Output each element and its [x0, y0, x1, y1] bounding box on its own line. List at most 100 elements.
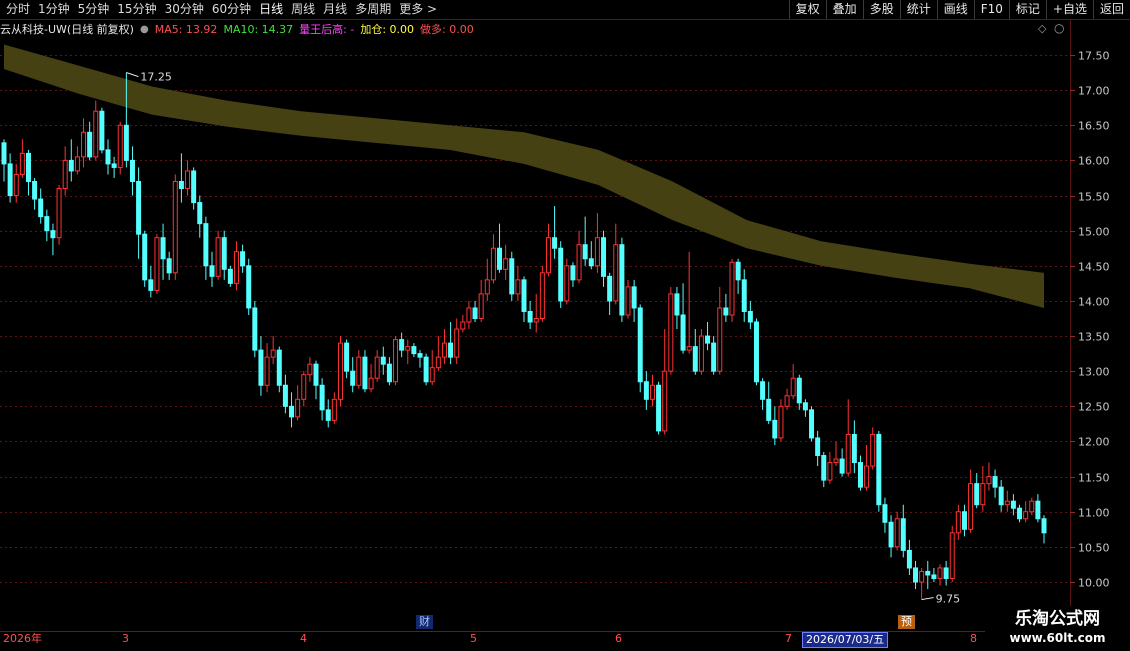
candle-body — [656, 384, 662, 432]
candle-body — [815, 437, 821, 457]
candle-body — [178, 180, 184, 190]
x-label-jun: 6 — [615, 632, 622, 645]
candle-body — [240, 251, 246, 267]
tab-period-60min[interactable]: 60分钟 — [208, 0, 255, 19]
tab-period-1min[interactable]: 1分钟 — [34, 0, 74, 19]
candle-body — [380, 356, 386, 365]
candle-body — [833, 458, 839, 464]
ma5-value: MA5: 13.92 — [154, 22, 218, 36]
y-tick-label: 10.50 — [1078, 542, 1110, 555]
kline-chart[interactable]: 17.50 17.00 16.50 16.00 15.50 15.00 14.50 14.00… — [0, 0, 1130, 650]
tab-period-weekly[interactable]: 周线 — [287, 0, 319, 19]
y-tick-label: 16.50 — [1078, 120, 1110, 133]
candle-body — [998, 486, 1004, 506]
candle-body — [374, 356, 380, 379]
candle-body — [662, 370, 668, 432]
tab-period-15min[interactable]: 15分钟 — [113, 0, 160, 19]
candle-body — [1, 142, 7, 165]
candle-body — [643, 381, 649, 400]
y-tick-label: 12.50 — [1078, 401, 1110, 414]
candle-body — [490, 247, 496, 281]
settings-icon[interactable]: ● — [140, 24, 149, 35]
y-tick-label: 14.00 — [1078, 296, 1110, 309]
y-tick-label: 10.00 — [1078, 577, 1110, 590]
tab-period-monthly[interactable]: 月线 — [319, 0, 351, 19]
statistics-button[interactable]: 统计 — [899, 0, 937, 19]
candle-body — [252, 307, 258, 351]
candle-body — [503, 258, 509, 270]
right-side-panel[interactable] — [1118, 20, 1130, 630]
candle-body — [711, 342, 717, 372]
candle-body — [741, 279, 747, 312]
candle-body — [331, 398, 337, 421]
candle-body — [289, 405, 295, 418]
candle-body — [747, 310, 753, 323]
candle-body — [864, 465, 870, 488]
candle-body — [99, 110, 105, 151]
draw-line-button[interactable]: 画线 — [936, 0, 974, 19]
tab-period-more[interactable]: 更多 > — [395, 0, 441, 19]
x-label-apr: 4 — [300, 632, 307, 645]
overlay-button[interactable]: 叠加 — [825, 0, 863, 19]
ma10-value: MA10: 14.37 — [223, 22, 294, 36]
financial-report-badge[interactable]: 财 — [416, 615, 433, 629]
candle-body — [588, 258, 594, 267]
candle-body — [44, 216, 50, 232]
candle-body — [185, 170, 191, 190]
indicator-value: 量王后高: - — [299, 23, 355, 36]
candle-body — [203, 223, 209, 267]
candle-body — [802, 402, 808, 411]
candle-body — [411, 346, 417, 355]
candle-body — [166, 258, 172, 274]
y-tick-label: 13.50 — [1078, 331, 1110, 344]
y-tick-label: 11.00 — [1078, 507, 1110, 520]
add-watchlist-button[interactable]: +自选 — [1045, 0, 1093, 19]
candle-body — [735, 261, 741, 281]
candle-body — [472, 307, 478, 319]
candle-body — [405, 346, 411, 351]
close-icon[interactable]: ○ — [1054, 21, 1064, 35]
candle-body — [607, 275, 613, 302]
candle-body — [325, 409, 331, 421]
candle-body — [601, 237, 607, 277]
candle-body — [142, 233, 148, 281]
tab-period-multi[interactable]: 多周期 — [351, 0, 395, 19]
candle-body — [148, 279, 154, 291]
candle-body — [974, 483, 980, 506]
candle-body — [466, 307, 472, 323]
candle-body — [1029, 500, 1035, 513]
candle-body — [686, 346, 692, 351]
candle-body — [276, 349, 282, 386]
candle-body — [93, 110, 99, 158]
candle-body — [258, 349, 264, 386]
candle-body — [961, 511, 967, 530]
multi-stock-button[interactable]: 多股 — [862, 0, 900, 19]
back-button[interactable]: 返回 — [1092, 0, 1130, 19]
f10-button[interactable]: F10 — [973, 0, 1009, 19]
candle-body — [319, 384, 325, 411]
candle-body — [870, 433, 876, 467]
candle-body — [613, 244, 619, 302]
candle-body — [13, 173, 19, 197]
candle-body — [435, 356, 441, 369]
candle-body — [227, 268, 233, 284]
x-label-aug: 8 — [970, 632, 977, 645]
adjust-button[interactable]: 复权 — [788, 0, 826, 19]
tab-period-5min[interactable]: 5分钟 — [74, 0, 114, 19]
diamond-icon[interactable]: ◇ — [1038, 22, 1046, 35]
tab-period-intraday[interactable]: 分时 — [2, 0, 34, 19]
candle-body — [1035, 500, 1041, 520]
candle-body — [980, 483, 986, 506]
candle-body — [56, 188, 62, 239]
candle-body — [87, 131, 93, 158]
candle-body — [1041, 518, 1047, 534]
mark-button[interactable]: 标记 — [1008, 0, 1046, 19]
tab-period-30min[interactable]: 30分钟 — [161, 0, 208, 19]
candle-body — [729, 261, 735, 316]
candle-body — [674, 293, 680, 316]
tab-period-daily[interactable]: 日线 — [255, 0, 287, 19]
candle-body — [857, 462, 863, 488]
candle-body — [766, 398, 772, 421]
forecast-badge[interactable]: 预 — [898, 615, 915, 629]
candle-body — [81, 131, 87, 158]
